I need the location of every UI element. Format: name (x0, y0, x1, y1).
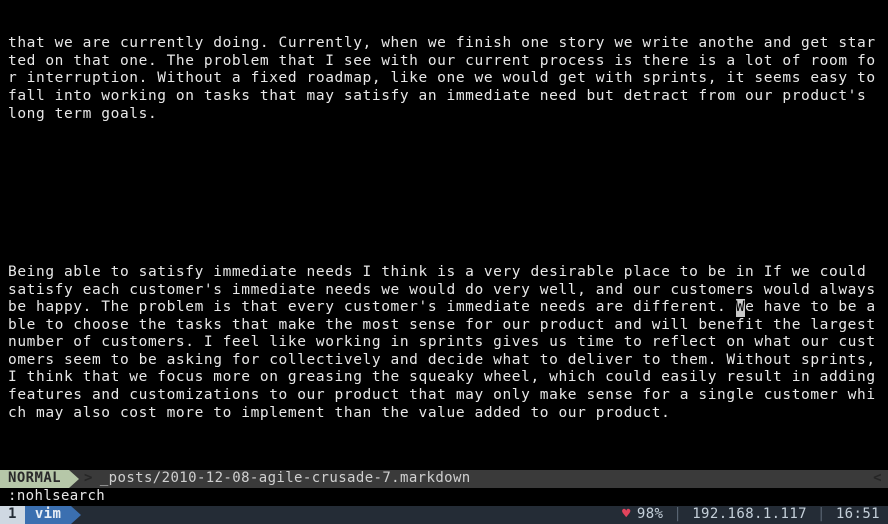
clock: 16:51 (836, 506, 880, 524)
separator-icon (69, 470, 79, 488)
tmux-window-index[interactable]: 1 (0, 506, 25, 524)
battery-percent: 98% (637, 506, 664, 524)
chevron-left-icon: < (867, 470, 888, 488)
tmux-right-status: ♥ 98% | 192.168.1.117 | 16:51 (622, 506, 888, 524)
vim-statusline: NORMAL > _posts/2010-12-08-agile-crusade… (0, 470, 888, 488)
command-text: :nohlsearch (8, 488, 105, 506)
text-run: e have to be able to choose the tasks th… (8, 299, 885, 421)
text-buffer[interactable]: that we are currently doing. Currently, … (0, 0, 888, 524)
tmux-statusbar: 1 vim ♥ 98% | 192.168.1.117 | 16:51 (0, 506, 888, 524)
cursor: W (736, 299, 745, 317)
paragraph: that we are currently doing. Currently, … (8, 35, 880, 123)
vim-command-line[interactable]: :nohlsearch (0, 488, 888, 506)
file-path: _posts/2010-12-08-agile-crusade-7.markdo… (98, 470, 867, 488)
chevron-right-icon: > (79, 470, 98, 488)
vim-editor-window: that we are currently doing. Currently, … (0, 0, 888, 524)
blank-line (8, 158, 880, 176)
mode-indicator: NORMAL (0, 470, 69, 488)
separator-icon (71, 506, 81, 524)
separator-pipe: | (669, 506, 686, 524)
separator-pipe: | (813, 506, 830, 524)
heart-icon: ♥ (622, 506, 631, 524)
paragraph: Being able to satisfy immediate needs I … (8, 264, 880, 422)
host-ip: 192.168.1.117 (692, 506, 807, 524)
tmux-window-name[interactable]: vim (25, 506, 72, 524)
blank-line (8, 211, 880, 229)
